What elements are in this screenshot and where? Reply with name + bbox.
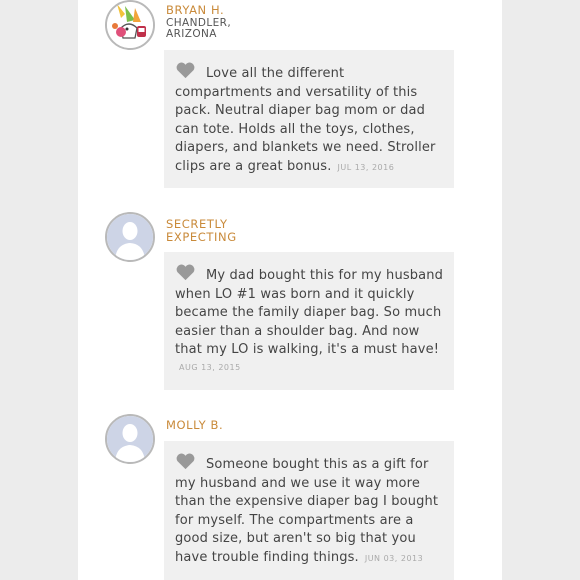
default-person-icon xyxy=(107,214,153,260)
reviewer-name[interactable]: BRYAN H. xyxy=(166,4,276,17)
review-date: AUG 13, 2015 xyxy=(179,362,241,372)
review-date: JUL 13, 2016 xyxy=(337,162,395,172)
reviewer-location: CHANDLER, ARIZONA xyxy=(166,17,232,40)
review-text: Someone bought this as a gift for my hus… xyxy=(175,457,439,565)
review-date: JUN 03, 2013 xyxy=(364,553,424,563)
review-bubble: My dad bought this for my husband when L… xyxy=(164,252,454,390)
review-text: My dad bought this for my husband when L… xyxy=(175,268,444,358)
reviewer-name[interactable]: MOLLY B. xyxy=(166,419,276,432)
reviewer-avatar[interactable] xyxy=(105,0,155,50)
reviewer-avatar[interactable] xyxy=(105,212,155,262)
heart-icon[interactable] xyxy=(175,453,196,470)
reviews-panel: BRYAN H. CHANDLER, ARIZONA Love all the … xyxy=(78,0,502,580)
review-bubble: Love all the different compartments and … xyxy=(164,50,454,188)
review-bubble: Someone bought this as a gift for my hus… xyxy=(164,441,454,580)
heart-icon[interactable] xyxy=(175,264,196,281)
reviewer-name[interactable]: SECRETLY EXPECTING xyxy=(166,218,246,244)
cartoon-avatar-icon xyxy=(107,2,153,48)
heart-icon[interactable] xyxy=(175,62,196,79)
default-person-icon xyxy=(107,416,153,462)
reviewer-avatar[interactable] xyxy=(105,414,155,464)
review-text: Love all the different compartments and … xyxy=(175,66,436,174)
